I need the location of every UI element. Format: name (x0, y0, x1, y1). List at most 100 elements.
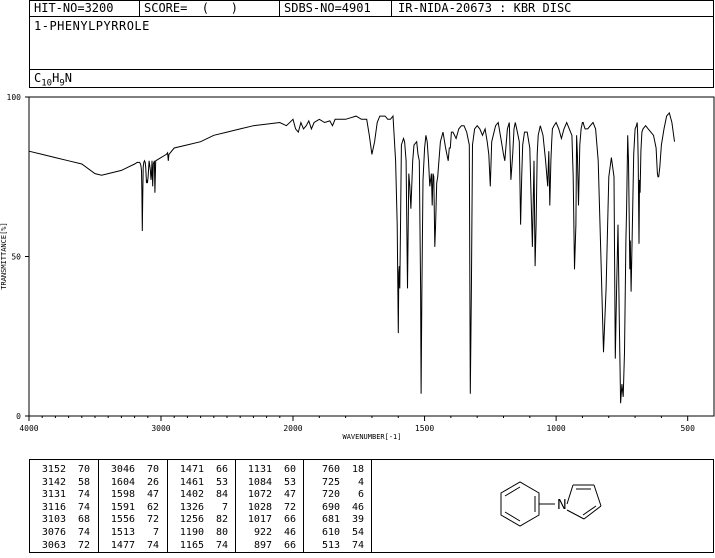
peak-wavenumber: 1326 (179, 501, 204, 513)
peak-wavenumber: 513 (321, 539, 340, 551)
bond (504, 511, 521, 522)
peak-wavenumber: 1017 (247, 514, 272, 526)
peak-transmittance: 7 (221, 501, 228, 513)
peak-wavenumber: 1028 (247, 501, 272, 513)
peak-column: 3046 70 1604 26 1598 47 1591 62 1556 72 1513 7 1477 7… (99, 460, 168, 552)
bond (566, 484, 574, 505)
peak-transmittance: 74 (77, 527, 90, 538)
peak-transmittance: 72 (146, 514, 159, 526)
peak-wavenumber: 1131 (247, 464, 272, 475)
peak-wavenumber: 3131 (41, 489, 66, 501)
peak-wavenumber: 1165 (179, 539, 204, 551)
x-tick-label: 3000 (151, 424, 170, 433)
peak-wavenumber: 681 (321, 514, 340, 526)
x-tick-label: 4000 (19, 424, 38, 433)
peak-wavenumber: 1256 (179, 514, 204, 526)
peak-transmittance: 74 (77, 489, 90, 501)
peak-wavenumber: 690 (321, 501, 340, 513)
peak-wavenumber: 610 (321, 527, 340, 538)
peak-transmittance: 74 (146, 539, 159, 551)
bond (582, 505, 597, 516)
benzene-ring (500, 481, 540, 527)
peak-wavenumber: 1084 (247, 476, 272, 488)
x-tick-label: 2000 (283, 424, 302, 433)
peak-wavenumber: 1402 (179, 489, 204, 501)
structure-panel: N (372, 459, 714, 553)
peak-table: 3152 70 3142 58 3131 74 3116 74 3103 68 3076 74 3063… (29, 459, 372, 553)
peak-transmittance: 80 (215, 527, 228, 538)
peak-transmittance: 84 (215, 489, 228, 501)
peak-wavenumber: 1598 (110, 489, 135, 501)
peak-transmittance: 82 (215, 514, 228, 526)
peak-wavenumber: 3142 (41, 476, 66, 488)
peak-transmittance: 74 (215, 539, 228, 551)
peak-wavenumber: 1591 (110, 501, 135, 513)
peak-column: 3152 70 3142 58 3131 74 3116 74 3103 68 3076 74 3063… (30, 460, 99, 552)
y-tick-label: 50 (11, 253, 21, 262)
peak-transmittance: 47 (146, 489, 159, 501)
bond (504, 486, 521, 497)
x-tick-label: 1000 (546, 424, 565, 433)
peak-wavenumber: 1604 (110, 476, 135, 488)
peak-wavenumber: 1461 (179, 476, 204, 488)
y-axis-label: TRANSMITTANCE[%] (0, 222, 8, 289)
peak-wavenumber: 1513 (110, 527, 135, 538)
peak-transmittance: 74 (77, 501, 90, 513)
peak-wavenumber: 1072 (247, 489, 272, 501)
bond (593, 484, 602, 507)
peak-wavenumber: 3152 (41, 464, 66, 475)
ir-spectrum-chart: 100500 4000 3000 2000 1500 1000 500 TRANSMITT… (0, 93, 715, 441)
peak-transmittance: 60 (283, 464, 296, 475)
y-tick-label: 0 (16, 412, 21, 421)
peak-transmittance: 46 (283, 527, 296, 538)
peak-transmittance: 70 (77, 464, 90, 475)
peak-wavenumber: 725 (321, 476, 340, 488)
peak-wavenumber: 720 (321, 489, 340, 501)
peak-transmittance: 62 (146, 501, 159, 513)
peak-transmittance: 74 (351, 539, 364, 551)
peak-wavenumber: 1471 (179, 464, 204, 475)
peak-wavenumber: 3116 (41, 501, 66, 513)
peak-wavenumber: 1190 (179, 527, 204, 538)
peak-transmittance: 72 (77, 539, 90, 551)
peak-transmittance: 66 (283, 514, 296, 526)
peak-transmittance: 68 (77, 514, 90, 526)
molecule-structure: N (500, 481, 602, 527)
peak-wavenumber: 1556 (110, 514, 135, 526)
peak-transmittance: 39 (351, 514, 364, 526)
x-axis-label: WAVENUMBER[-1] (342, 433, 401, 441)
peak-transmittance: 70 (146, 464, 159, 475)
peak-transmittance: 53 (283, 476, 296, 488)
x-tick-label: 1500 (415, 424, 434, 433)
peak-wavenumber: 922 (253, 527, 272, 538)
peak-transmittance: 18 (351, 464, 364, 475)
peak-transmittance: 47 (283, 489, 296, 501)
peak-column: 1471 66 1461 53 1402 84 1326 7 1256 82 1190 80 1165 7… (168, 460, 236, 552)
peak-transmittance: 6 (357, 489, 364, 501)
peak-wavenumber: 3103 (41, 514, 66, 526)
peak-wavenumber: 3063 (41, 539, 66, 551)
nitrogen-atom: N (557, 498, 567, 513)
peak-transmittance: 54 (351, 527, 364, 538)
peak-transmittance: 4 (357, 476, 364, 488)
peak-wavenumber: 1477 (110, 539, 135, 551)
peak-transmittance: 46 (351, 501, 364, 513)
peak-column: 1131 60 1084 53 1072 47 1028 72 1017 66 922 46 897 66 (236, 460, 304, 552)
peak-transmittance: 72 (283, 501, 296, 513)
peak-transmittance: 66 (283, 539, 296, 551)
peak-transmittance: 7 (152, 527, 159, 538)
peak-transmittance: 66 (215, 464, 228, 475)
peak-wavenumber: 3046 (110, 464, 135, 475)
spectrum-line (28, 111, 675, 404)
peak-transmittance: 58 (77, 476, 90, 488)
bond (566, 509, 585, 520)
peak-column: 760 18 725 4 720 6 690 46 681 39 610 54 513 74 (304, 460, 371, 552)
peak-wavenumber: 897 (253, 539, 272, 551)
peak-transmittance: 26 (146, 476, 159, 488)
y-tick-label: 100 (7, 93, 22, 102)
plot-frame (28, 96, 715, 417)
peak-wavenumber: 3076 (41, 527, 66, 538)
peak-wavenumber: 760 (321, 464, 340, 475)
peak-transmittance: 53 (215, 476, 228, 488)
x-tick-label: 500 (680, 424, 695, 433)
